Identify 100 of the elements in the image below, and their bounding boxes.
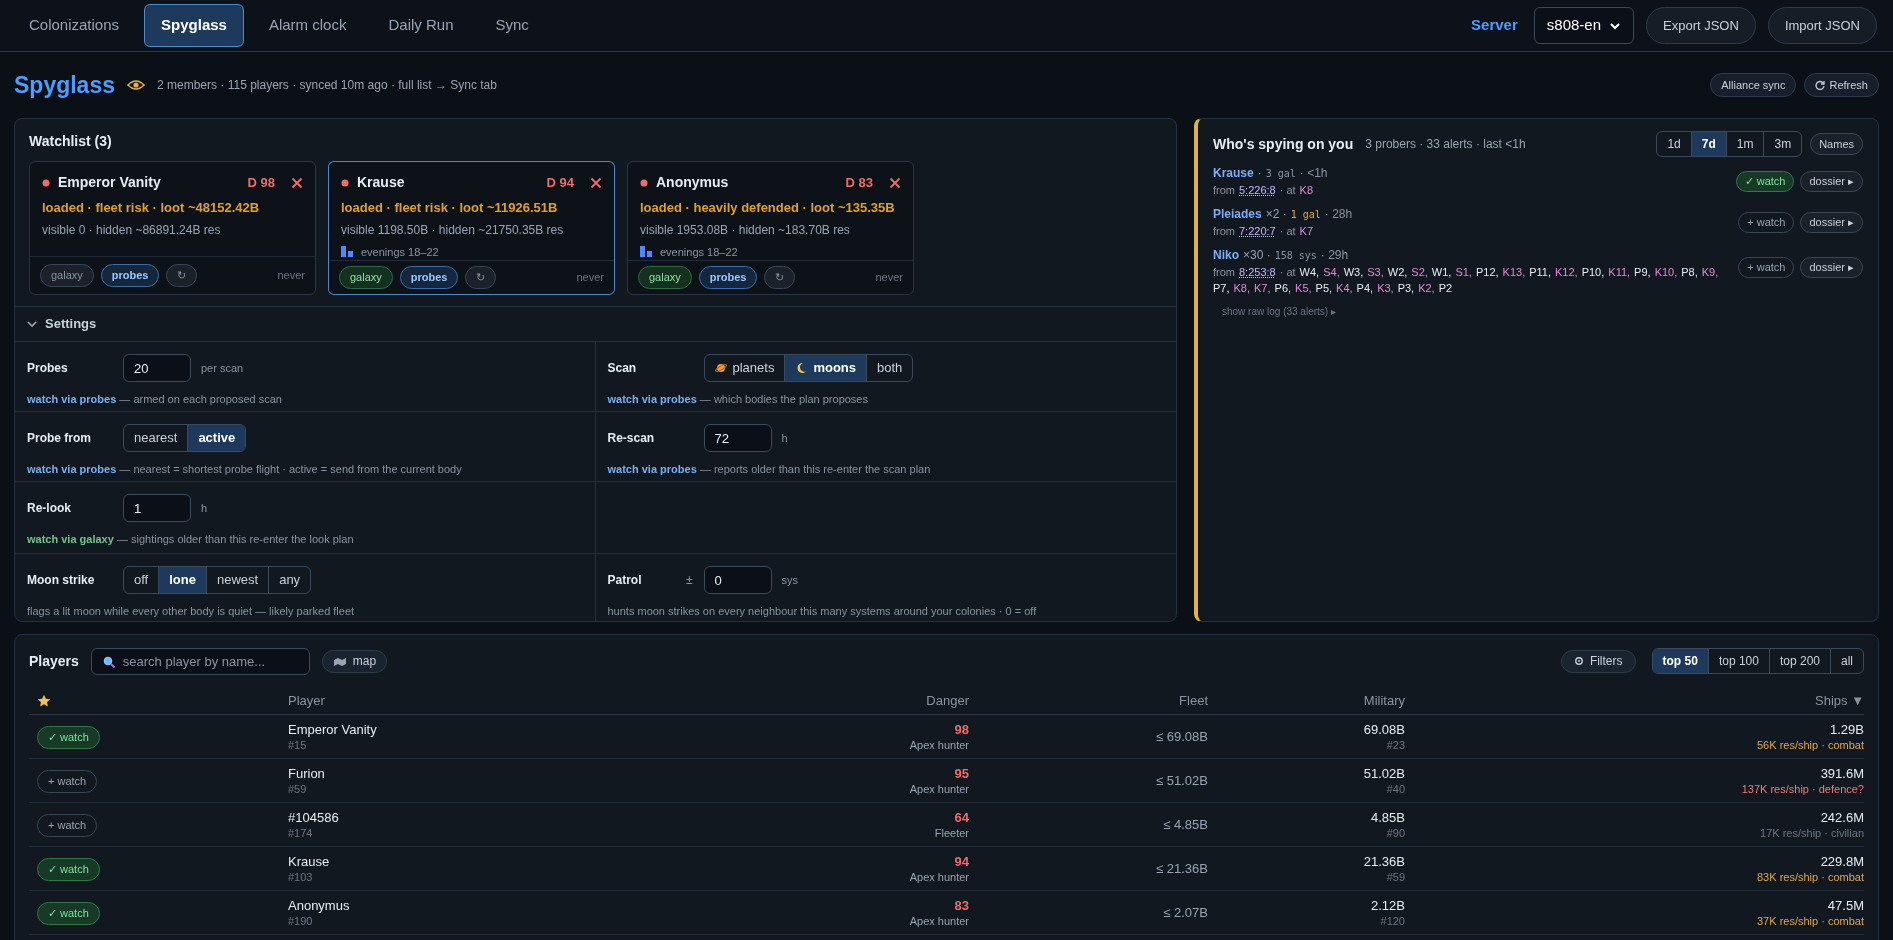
search-field[interactable]: search player by name...: [90, 647, 310, 675]
setting-label: Probes: [27, 360, 68, 377]
coordinates-link[interactable]: 7:220:7: [1239, 223, 1276, 239]
ships-note: 37K res/ship · combat: [1757, 913, 1864, 928]
target-text: K4,: [1336, 281, 1353, 296]
fleet-value: ≤ 69.08B: [1155, 727, 1208, 746]
player-name[interactable]: Emperor Vanity: [288, 721, 698, 738]
settings-toggle[interactable]: Settings: [27, 314, 97, 334]
dossier-button[interactable]: dossier ▸: [1800, 171, 1863, 192]
watch-button[interactable]: ✓ watch: [37, 902, 100, 925]
setting-label: Patrol: [607, 572, 642, 589]
nav-tab[interactable]: Daily Run: [371, 4, 471, 47]
coordinates-link[interactable]: 8:253:8: [1239, 264, 1276, 280]
military-value: 4.85B: [1371, 809, 1405, 826]
segment-option[interactable]: both: [866, 355, 913, 381]
header-button[interactable]: Refresh: [1804, 72, 1879, 98]
tag-toggle[interactable]: probes: [100, 264, 160, 287]
number-field[interactable]: 72: [703, 424, 772, 452]
coordinates-link[interactable]: 5:226:8: [1239, 182, 1276, 198]
segment-option[interactable]: any: [268, 567, 311, 593]
dossier-button[interactable]: dossier ▸: [1800, 257, 1863, 278]
nav-tab[interactable]: Spyglass: [144, 4, 244, 47]
segment-option[interactable]: 7d: [1690, 132, 1726, 156]
prober-name[interactable]: Niko: [1213, 247, 1239, 263]
watch-button[interactable]: ✓ watch: [37, 858, 100, 881]
prober-name[interactable]: Pleiades: [1213, 206, 1262, 222]
danger-label: Apex hunter: [909, 737, 969, 752]
watch-button[interactable]: ✓ watch: [1735, 171, 1795, 192]
watch-card[interactable]: Krause D 94 loaded · fleet risk · loot ~11926.51B visible 1198.50B · hidden ~21750.35B res evenings 18–22 galaxy probes ↻ never: [328, 161, 615, 295]
player-name[interactable]: Anonymus: [288, 897, 698, 914]
danger-score: 95: [954, 765, 969, 782]
count-text: ×2 ·: [1265, 206, 1287, 222]
column-header[interactable]: Ships ▼: [1405, 690, 1864, 711]
player-name[interactable]: #104586: [288, 809, 698, 826]
filters-button[interactable]: Filters: [1560, 649, 1636, 673]
server-label: Server: [1471, 15, 1518, 36]
nav-tab[interactable]: Colonizations: [12, 4, 137, 47]
prober-name[interactable]: Krause: [1213, 165, 1254, 181]
segment-option[interactable]: nearest: [124, 425, 188, 451]
refresh-button[interactable]: ↻: [465, 266, 497, 289]
target-text: K11,: [1608, 265, 1631, 280]
segment-option[interactable]: active: [187, 425, 246, 451]
segment-option[interactable]: planets: [704, 355, 785, 381]
nav-tab[interactable]: Sync: [478, 4, 546, 47]
segment-option[interactable]: lone: [158, 567, 206, 593]
section-title: Who's spying on you: [1213, 134, 1354, 154]
tag-toggle[interactable]: galaxy: [339, 266, 393, 289]
raw-log-link[interactable]: show raw log (33 alerts) ▸: [1222, 304, 1336, 319]
ships-value: 1.29B: [1830, 721, 1864, 738]
setting-label: Scan: [607, 360, 637, 377]
danger-score: D 98: [247, 173, 275, 192]
map-button[interactable]: map: [321, 649, 388, 673]
column-header[interactable]: Danger: [698, 690, 969, 711]
segment-option[interactable]: all: [1830, 649, 1863, 673]
setting-label: Moon strike: [27, 572, 95, 589]
nav-tab[interactable]: Alarm clock: [251, 4, 364, 47]
header-button[interactable]: Alliance sync: [1710, 72, 1797, 98]
watch-card[interactable]: Anonymus D 83 loaded · heavily defended · loot ~135.35B visible 1953.08B · hidden ~183.70B res evenings 18–22 galaxy probes ↻ never: [627, 161, 914, 295]
target-text: S4,: [1323, 265, 1340, 280]
dossier-button[interactable]: dossier ▸: [1800, 212, 1863, 233]
target-text: P9,: [1634, 265, 1651, 280]
gear-icon: [1573, 656, 1584, 666]
segment-option[interactable]: newest: [205, 567, 269, 593]
nav-button[interactable]: Export JSON: [1646, 7, 1756, 44]
refresh-button[interactable]: ↻: [764, 266, 796, 289]
segment-option[interactable]: 1d: [1657, 132, 1691, 156]
nav-button[interactable]: Import JSON: [1767, 7, 1877, 44]
setting-hint: flags a lit moon while every other body is quiet — likely parked fleet: [27, 604, 356, 619]
page-title: Spyglass: [14, 70, 115, 100]
names-button[interactable]: Names: [1810, 132, 1863, 156]
segment-option[interactable]: 1m: [1725, 132, 1764, 156]
tag-toggle[interactable]: galaxy: [40, 264, 94, 287]
last-check: never: [576, 270, 604, 286]
tag-toggle[interactable]: probes: [399, 266, 459, 289]
section-title: Players: [29, 651, 79, 671]
ships-value: 47.5M: [1827, 897, 1864, 914]
tag-toggle[interactable]: galaxy: [638, 266, 692, 289]
column-header[interactable]: Player: [288, 690, 698, 711]
number-field[interactable]: 20: [123, 354, 191, 382]
segment-option[interactable]: off: [124, 567, 159, 593]
player-name[interactable]: Krause: [288, 853, 698, 870]
refresh-button[interactable]: ↻: [166, 264, 198, 287]
watch-button[interactable]: ✓ watch: [37, 726, 100, 749]
server-select[interactable]: s808-en: [1533, 7, 1634, 44]
segment-option[interactable]: moons: [784, 355, 867, 381]
number-field[interactable]: 1: [123, 494, 191, 522]
segment-option[interactable]: top 100: [1707, 649, 1769, 673]
segment-option[interactable]: 3m: [1763, 132, 1802, 156]
status-dot-icon: [341, 178, 349, 187]
tag-toggle[interactable]: probes: [698, 266, 758, 289]
ships-note: 56K res/ship · combat: [1757, 737, 1864, 752]
column-header[interactable]: Military: [1208, 690, 1405, 711]
segment-option[interactable]: top 200: [1768, 649, 1830, 673]
segment-option[interactable]: top 50: [1652, 649, 1708, 673]
number-field[interactable]: 0: [703, 566, 772, 594]
target-text: K5,: [1295, 281, 1312, 296]
column-header[interactable]: Fleet: [969, 690, 1208, 711]
count-text: ×30 ·: [1243, 247, 1271, 263]
player-name[interactable]: Furion: [288, 765, 698, 782]
watch-card[interactable]: Emperor Vanity D 98 loaded · fleet risk · loot ~48152.42B visible 0 · hidden ~86891.24B res galaxy probes ↻ never: [29, 161, 316, 295]
